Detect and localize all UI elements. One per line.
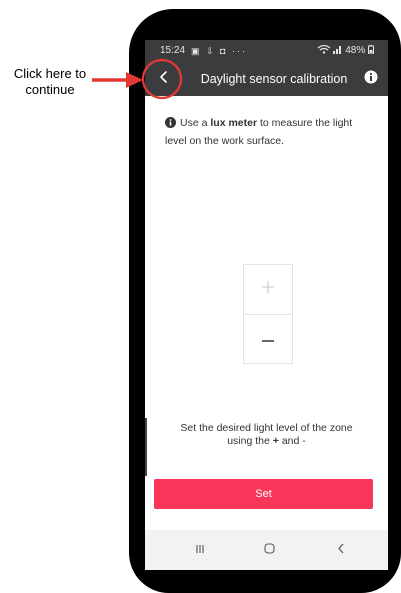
- set-button[interactable]: Set: [154, 479, 373, 509]
- info-icon: [165, 117, 176, 133]
- increase-button[interactable]: [244, 265, 292, 315]
- system-nav-bar: [145, 530, 388, 570]
- hint-prefix: using the: [227, 435, 270, 447]
- battery-percent: 48%: [345, 45, 366, 56]
- battery-icon: [368, 45, 374, 56]
- back-button[interactable]: [149, 64, 179, 94]
- hint-line-2: using the + and -: [165, 435, 368, 448]
- status-bar: 15:24 ▣ ⇩ ◘ ··· 48%: [145, 40, 388, 62]
- home-button[interactable]: [257, 540, 281, 560]
- callout-line-1: Click here to: [13, 66, 87, 81]
- instruction-line-2: level on the work surface.: [165, 135, 285, 147]
- page-title: Daylight sensor calibration: [200, 72, 348, 86]
- nav-back-button[interactable]: [329, 540, 353, 560]
- instruction-text: Use a lux meter to measure the light lev…: [165, 115, 377, 149]
- hint-suffix: and -: [281, 435, 306, 447]
- wifi-icon: [317, 44, 334, 56]
- divider: [145, 418, 147, 476]
- home-icon: [263, 541, 275, 559]
- recents-button[interactable]: [188, 540, 212, 560]
- light-level-stepper: [243, 264, 293, 364]
- callout-text: Click here to continue: [2, 66, 98, 98]
- info-button[interactable]: [362, 70, 380, 88]
- minus-icon: [261, 330, 275, 348]
- callout-line-2: continue: [25, 82, 75, 97]
- decrease-button[interactable]: [244, 314, 292, 363]
- plus-icon: [261, 280, 275, 299]
- status-right: 48%: [317, 40, 374, 62]
- info-icon: [364, 70, 378, 89]
- status-time: 15:24: [160, 45, 186, 56]
- app-bar: Daylight sensor calibration: [145, 62, 388, 96]
- status-notification-icons: ▣ ⇩ ◘ ···: [191, 46, 247, 56]
- instruction-prefix: Use a: [180, 117, 208, 129]
- chevron-left-icon: [158, 70, 170, 89]
- instruction-suffix: to measure the light: [259, 117, 353, 129]
- hint-text: Set the desired light level of the zone …: [165, 422, 368, 448]
- signal-icon: [333, 45, 345, 56]
- recents-icon: [195, 541, 205, 559]
- phone-screen: 15:24 ▣ ⇩ ◘ ··· 48% Daylight sensor cali…: [145, 40, 388, 570]
- back-icon: [337, 541, 345, 559]
- instruction-bold: lux meter: [210, 117, 258, 129]
- hint-plus: +: [272, 435, 279, 447]
- hint-line-1: Set the desired light level of the zone: [180, 422, 353, 434]
